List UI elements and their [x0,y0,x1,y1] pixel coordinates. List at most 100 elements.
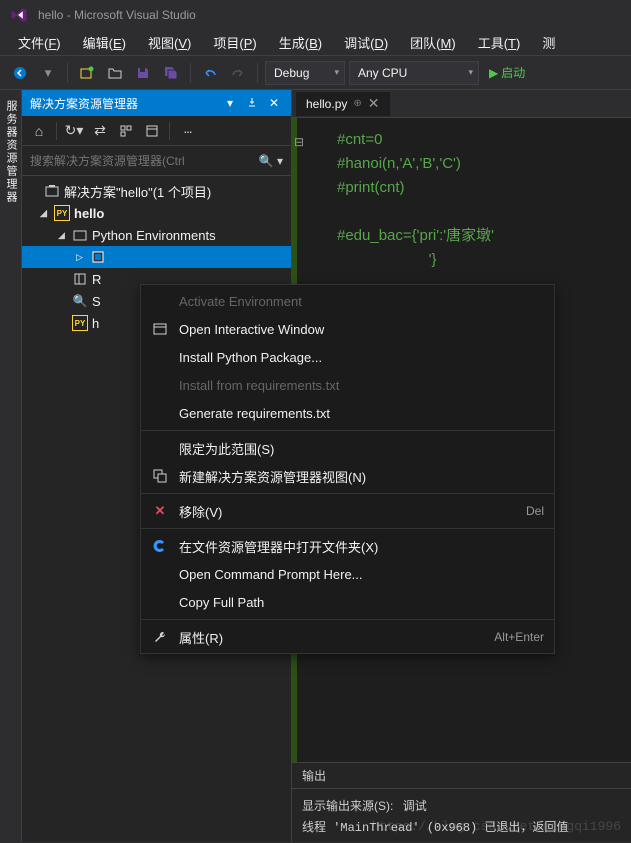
sync-icon[interactable]: ⇄ [89,120,111,142]
menubar: 文件(F)编辑(E)视图(V)项目(P)生成(B)调试(D)团队(M)工具(T)… [0,30,631,56]
menu-separator [141,493,554,494]
tab-label: hello.py [306,97,347,111]
context-menu-item[interactable]: 在文件资源管理器中打开文件夹(X) [141,532,554,560]
env-folder-label: Python Environments [92,228,216,243]
code-line: #edu_bac={'pri':'唐家墩' [307,224,631,248]
context-menu-item[interactable]: Open Command Prompt Here... [141,560,554,588]
solution-node[interactable]: 解决方案"hello"(1 个项目) [22,180,291,202]
menu-separator [141,528,554,529]
search-icon[interactable]: 🔍 ▾ [259,154,283,168]
toolbar: ▾ Debug Any CPU ▶ 启动 [0,56,631,90]
blank-icon [151,348,169,366]
context-menu-item[interactable]: 新建解决方案资源管理器视图(N) [141,462,554,490]
env-folder-node[interactable]: ◢ Python Environments [22,224,291,246]
menu-separator [141,619,554,620]
code-line: '} [307,248,631,272]
blank-icon [151,404,169,422]
titlebar: hello - Microsoft Visual Studio [0,0,631,30]
output-text: 线程 'MainThread' (0x968) 已退出，返回值 [302,818,621,835]
output-panel: 输出 显示输出来源(S): 调试 线程 'MainThread' (0x968)… [292,762,631,842]
menu-item[interactable]: 生成(B) [269,30,332,55]
menu-item-label: Open Command Prompt Here... [179,567,544,582]
context-menu: Activate EnvironmentOpen Interactive Win… [140,284,555,654]
more-icon[interactable]: ··· [176,120,198,142]
context-menu-item[interactable]: Copy Full Path [141,588,554,616]
nav-back-button[interactable] [8,61,32,85]
menu-item-label: 新建解决方案资源管理器视图(N) [179,467,544,486]
file-label: h [92,316,99,331]
menu-item[interactable]: 团队(M) [400,30,466,55]
nav-fwd-button[interactable]: ▾ [36,61,60,85]
config-dropdown[interactable]: Debug [265,61,345,85]
menu-item-label: 移除(V) [179,502,516,521]
close-tab-icon[interactable]: ✕ [368,95,380,112]
menu-item[interactable]: 文件(F) [8,30,71,55]
blank-icon [151,565,169,583]
save-all-button[interactable] [159,61,183,85]
context-menu-item[interactable]: 属性(R)Alt+Enter [141,623,554,651]
properties-icon[interactable] [141,120,163,142]
project-label: hello [74,206,104,221]
output-source-label: 显示输出来源(S): [302,799,393,813]
blank-icon [151,376,169,394]
tab-hello-py[interactable]: hello.py ⊕ ✕ [296,92,390,116]
new-view-icon [151,467,169,485]
platform-dropdown[interactable]: Any CPU [349,61,479,85]
explorer-dropdown-icon[interactable]: ▾ [221,94,239,112]
pin-tab-icon[interactable]: ⊕ [353,98,361,109]
menu-item[interactable]: 调试(D) [334,30,398,55]
close-icon[interactable]: ✕ [265,94,283,112]
save-button[interactable] [131,61,155,85]
new-project-button[interactable] [75,61,99,85]
python-file-icon: PY [72,315,88,331]
solution-icon [44,183,60,199]
menu-item-label: 属性(R) [179,628,484,647]
env-icon [90,249,106,265]
undo-button[interactable] [198,61,222,85]
output-source-value[interactable]: 调试 [403,799,427,813]
start-label: 启动 [501,64,525,81]
pin-icon[interactable] [243,94,261,112]
menu-item[interactable]: 工具(T) [468,30,531,55]
menu-item-label: Install from requirements.txt [179,378,544,393]
menu-separator [141,430,554,431]
menu-item-label: 限定为此范围(S) [179,439,544,458]
code-line: #hanoi(n,'A','B','C') [307,152,631,176]
server-explorer-tab[interactable]: 服务器资源管理器 [0,90,22,842]
solution-label: 解决方案"hello"(1 个项目) [64,182,211,201]
output-title: 输出 [302,767,326,784]
menu-item[interactable]: 编辑(E) [73,30,136,55]
refresh-icon[interactable]: ↻▾ [63,120,85,142]
menu-item-label: Copy Full Path [179,595,544,610]
code-line [307,200,631,224]
wrench-icon [151,628,169,646]
menu-item[interactable]: 测 [532,30,565,55]
context-menu-item: Activate Environment [141,287,554,315]
context-menu-item[interactable]: Generate requirements.txt [141,399,554,427]
blank-icon [151,439,169,457]
home-icon[interactable]: ⌂ [28,120,50,142]
context-menu-item[interactable]: Install Python Package... [141,343,554,371]
menu-item-label: 在文件资源管理器中打开文件夹(X) [179,537,544,556]
project-node[interactable]: ◢ PY hello [22,202,291,224]
env-node[interactable]: ▷ [22,246,291,268]
open-file-button[interactable] [103,61,127,85]
output-body: 显示输出来源(S): 调试 线程 'MainThread' (0x968) 已退… [292,789,631,843]
python-project-icon: PY [54,205,70,221]
menu-item[interactable]: 视图(V) [138,30,201,55]
search-input[interactable] [30,154,259,168]
context-menu-item: Install from requirements.txt [141,371,554,399]
env-folder-icon [72,227,88,243]
explorer-title: 解决方案资源管理器 [30,95,138,112]
show-all-icon[interactable] [115,120,137,142]
open-folder-icon [151,537,169,555]
explorer-header: 解决方案资源管理器 ▾ ✕ [22,90,291,116]
context-menu-item[interactable]: Open Interactive Window [141,315,554,343]
start-debug-button[interactable]: ▶ 启动 [483,64,531,81]
context-menu-item[interactable]: ✕移除(V)Del [141,497,554,525]
search-box[interactable]: 🔍 ▾ [22,146,291,176]
menu-item[interactable]: 项目(P) [203,30,266,55]
context-menu-item[interactable]: 限定为此范围(S) [141,434,554,462]
redo-button[interactable] [226,61,250,85]
code-line: #cnt=0 [307,128,631,152]
